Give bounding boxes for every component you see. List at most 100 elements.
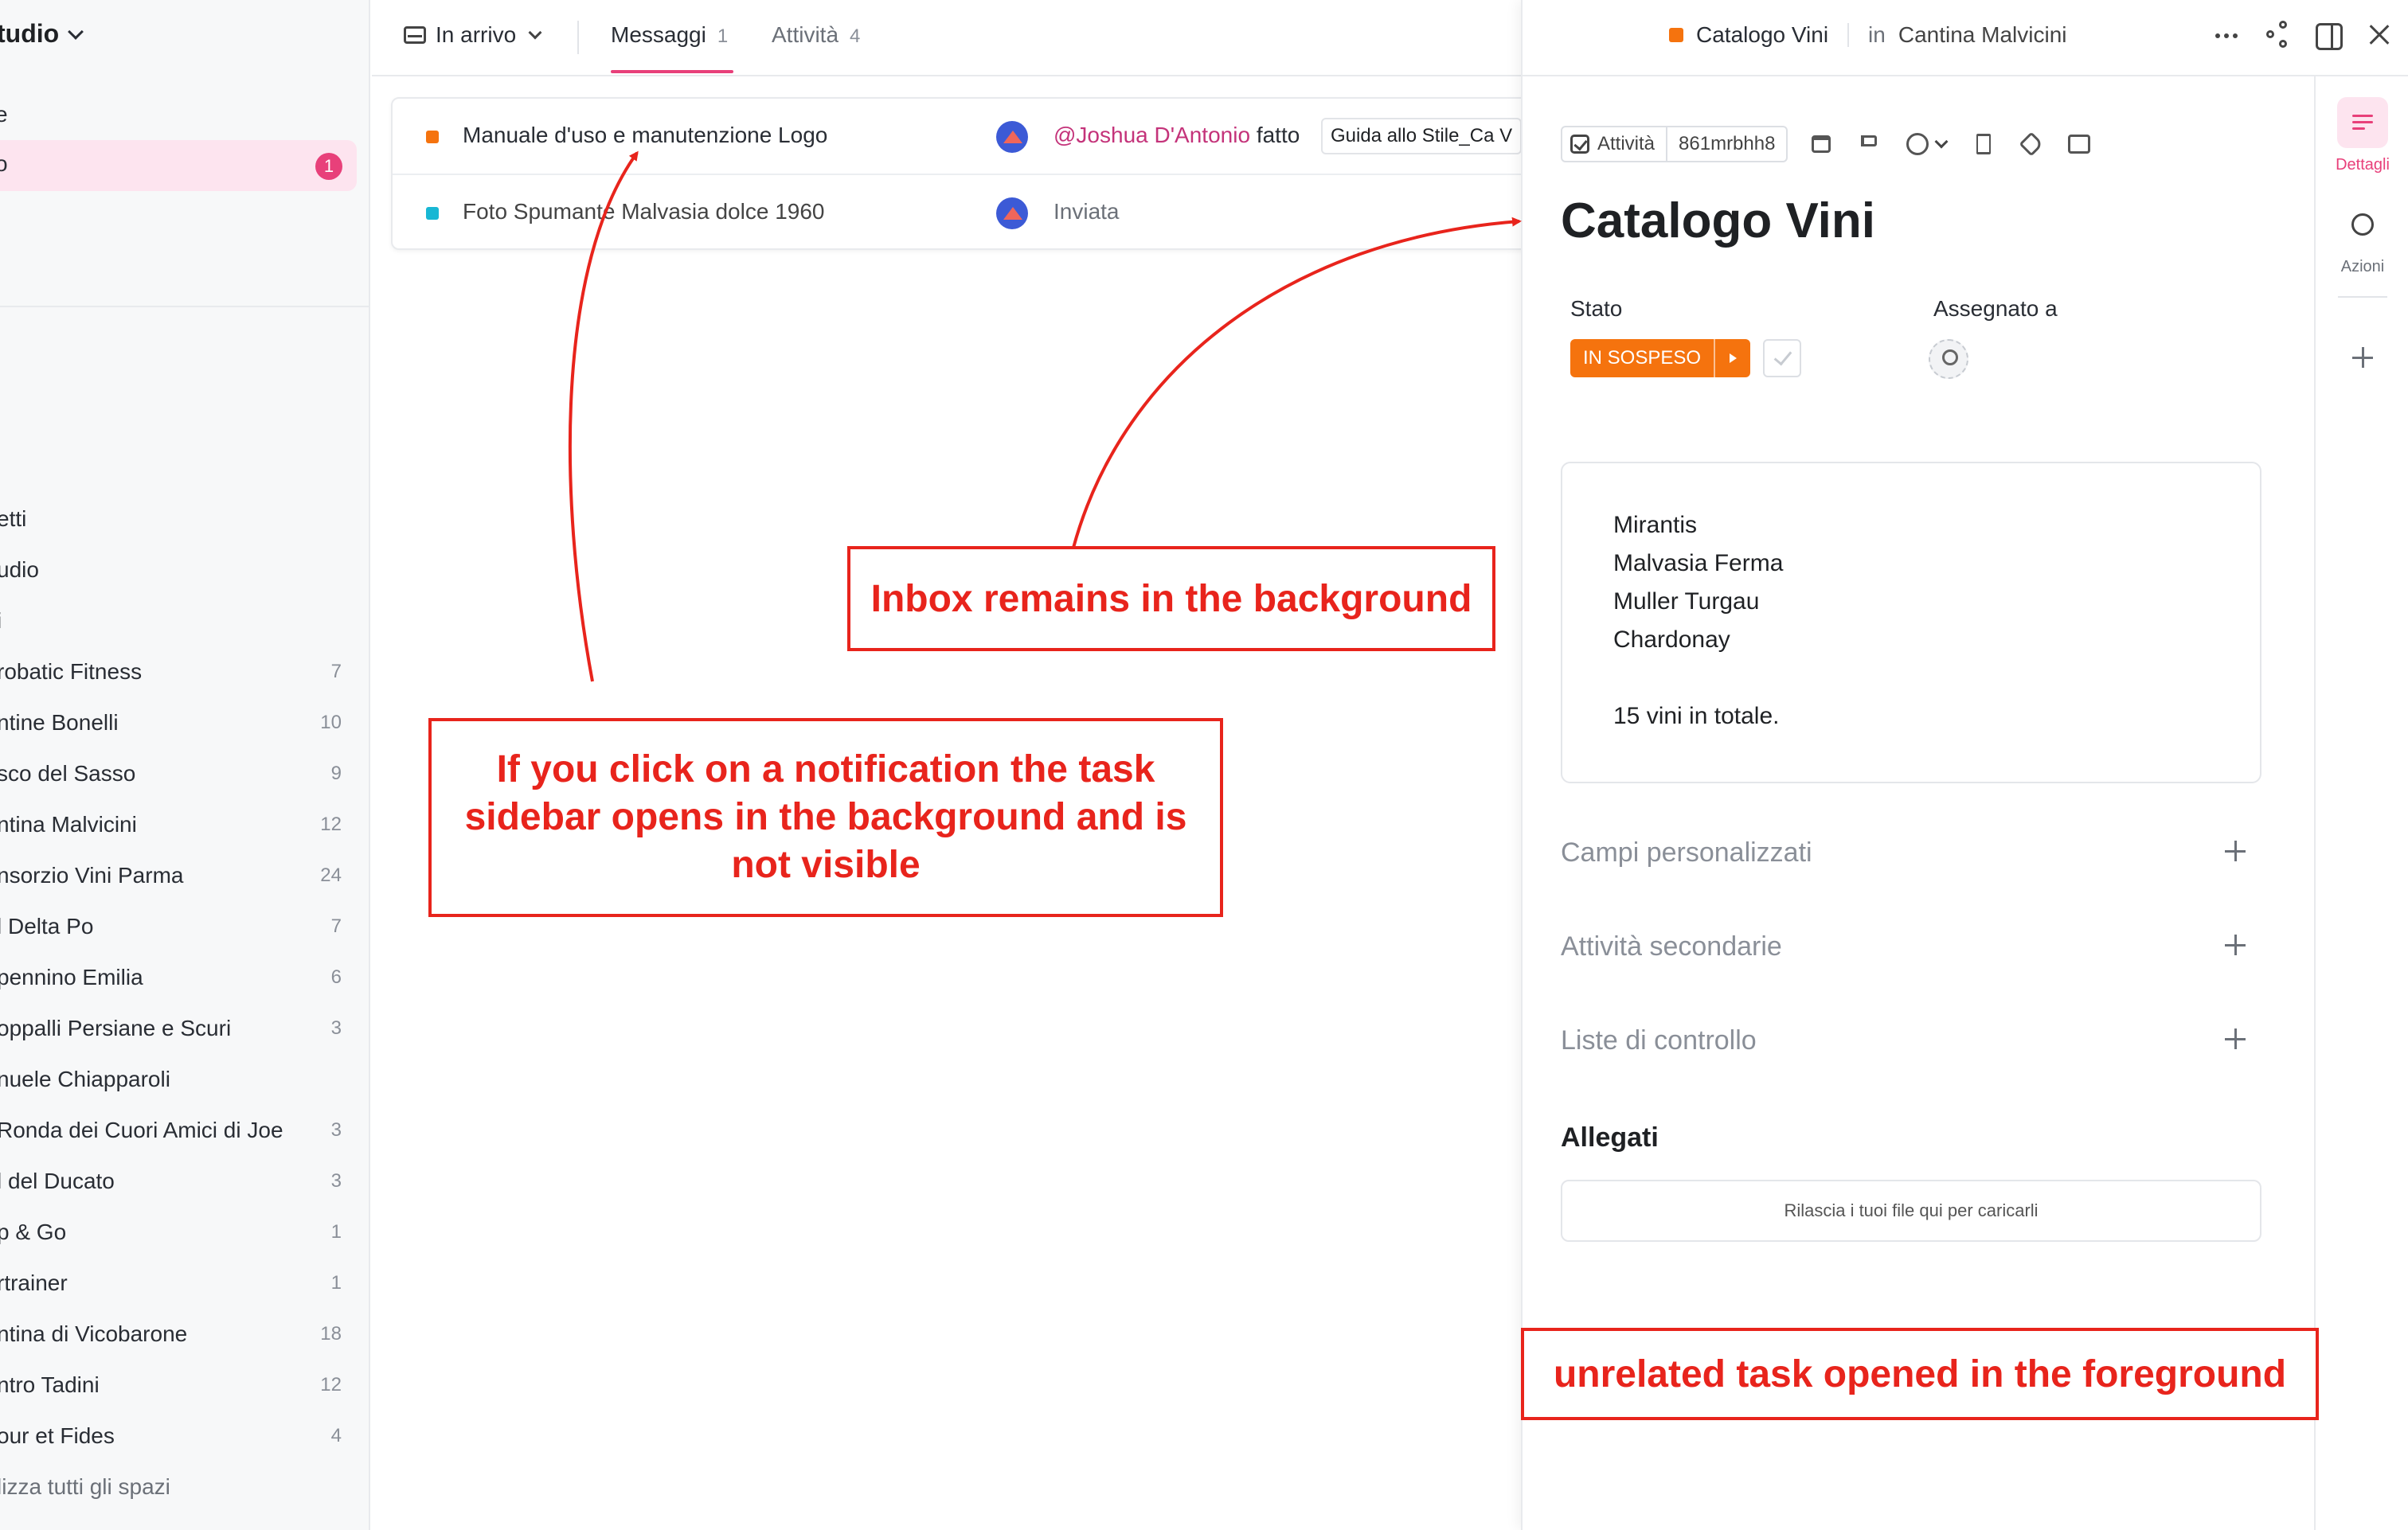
space-item[interactable]: udio — [0, 544, 369, 595]
space-item[interactable]: pennino Emilia 6 — [0, 952, 369, 1003]
attachment-chip[interactable]: Guida allo Stile_Ca V — [1321, 118, 1523, 154]
space-item[interactable]: rtrainer 1 — [0, 1258, 369, 1309]
breadcrumb-divider — [1847, 23, 1850, 47]
task-panel-header: Catalogo Vini in Cantina Malvicini — [1523, 0, 2408, 76]
breadcrumb-task[interactable]: Catalogo Vini — [1696, 22, 1828, 48]
calendar-icon[interactable] — [1807, 130, 1835, 158]
subtasks-section[interactable]: Attività secondarie — [1561, 931, 2261, 962]
tag-icon[interactable] — [2017, 130, 2046, 158]
panel-actions — [2211, 19, 2408, 51]
add-icon[interactable] — [2225, 841, 2246, 861]
tab-activity[interactable]: Attività 4 — [772, 22, 860, 48]
more-options-icon[interactable] — [2211, 19, 2242, 51]
breadcrumb-location[interactable]: Cantina Malvicini — [1898, 22, 2067, 48]
space-item[interactable]: Ronda dei Cuori Amici di Joe 3 — [0, 1105, 369, 1156]
task-type-id-chip[interactable]: Attività 861mrbhh8 — [1561, 126, 1788, 162]
notification-action: fatto — [1256, 123, 1300, 147]
details-icon — [2352, 115, 2373, 131]
status-label: Stato — [1570, 296, 1623, 321]
arrow-to-inbox-edge — [1072, 217, 1522, 548]
breadcrumb: Catalogo Vini in Cantina Malvicini — [1669, 22, 2066, 48]
avatar — [996, 121, 1028, 153]
space-item[interactable]: our et Fides 4 — [0, 1411, 369, 1462]
panel-layout-icon[interactable] — [2316, 22, 2343, 50]
space-item[interactable]: p & Go 1 — [0, 1207, 369, 1258]
share-icon[interactable] — [2263, 19, 2295, 51]
status-dropdown[interactable]: IN SOSPESO — [1570, 339, 1751, 377]
avatar — [996, 197, 1028, 229]
task-side-rail: Dettagli Azioni — [2314, 76, 2408, 1530]
play-circle-icon[interactable] — [1902, 130, 1950, 158]
notification-title: Foto Spumante Malvasia dolce 1960 — [463, 199, 825, 224]
rail-divider — [2338, 296, 2387, 298]
task-meta-toolbar: Attività 861mrbhh8 — [1561, 126, 2093, 162]
sidebar-item-home[interactable]: e — [0, 102, 8, 127]
inbox-filter-dropdown[interactable]: In arrivo — [404, 22, 542, 48]
workspace-switcher[interactable]: tudio — [0, 19, 84, 49]
breadcrumb-in: in — [1868, 22, 1886, 47]
task-title[interactable]: Catalogo Vini — [1561, 193, 1875, 249]
space-item[interactable]: i — [0, 595, 369, 646]
view-all-spaces-link[interactable]: lizza tutti gli spazi — [0, 1462, 369, 1512]
notification-title: Manuale d'uso e manutenzione Logo — [463, 123, 828, 147]
task-description[interactable]: Mirantis Malvasia Ferma Muller Turgau Ch… — [1561, 462, 2261, 783]
space-item[interactable]: ntine Bonelli 10 — [0, 697, 369, 748]
space-item[interactable]: sco del Sasso 9 — [0, 748, 369, 799]
add-assignee-icon[interactable] — [1929, 339, 1968, 379]
sidebar-item-label: o — [0, 151, 8, 177]
inbox-filter-label: In arrivo — [436, 22, 517, 47]
add-icon[interactable] — [2225, 1028, 2246, 1049]
hourglass-icon[interactable] — [1969, 130, 1998, 158]
space-item[interactable]: nsorzio Vini Parma 24 — [0, 850, 369, 901]
next-status-icon[interactable] — [1714, 339, 1751, 377]
sidebar-item-inbox[interactable]: o 1 — [0, 140, 357, 191]
flag-icon[interactable] — [1855, 130, 1883, 158]
description-line: Mirantis — [1613, 512, 1698, 538]
description-line: 15 vini in totale. — [1613, 703, 1780, 729]
description-line: Chardonay — [1613, 626, 1730, 653]
space-item[interactable]: l Delta Po 7 — [0, 901, 369, 952]
annotation-unrelated-task: unrelated task opened in the foreground — [1521, 1328, 2319, 1420]
rail-details-button[interactable]: Dettagli — [2316, 97, 2408, 174]
space-item[interactable]: ntina Malvicini 12 — [0, 799, 369, 850]
header-divider — [577, 21, 579, 54]
space-item[interactable]: ntro Tadini 12 — [0, 1360, 369, 1411]
custom-fields-section[interactable]: Campi personalizzati — [1561, 837, 2261, 868]
checklists-section[interactable]: Liste di controllo — [1561, 1025, 2261, 1056]
attachments-heading: Allegati — [1561, 1122, 1659, 1153]
tab-count: 4 — [850, 25, 861, 47]
task-id: 861mrbhh8 — [1679, 133, 1776, 154]
space-item[interactable]: ntina di Vicobarone 18 — [0, 1309, 369, 1360]
status-value: IN SOSPESO — [1570, 339, 1714, 377]
task-detail-panel: Catalogo Vini in Cantina Malvicini Attiv… — [1521, 0, 2408, 1530]
description-line — [1613, 659, 2209, 697]
space-item[interactable]: oppalli Persiane e Scuri 3 — [0, 1003, 369, 1054]
unread-badge: 1 — [315, 153, 342, 180]
workspace-sidebar: tudio e o 1 etti udio i robatic Fitness7… — [0, 0, 370, 1530]
task-check-icon — [1570, 135, 1589, 154]
comment-icon — [2351, 213, 2374, 236]
notification-list: Manuale d'uso e manutenzione Logo @Joshu… — [391, 97, 1585, 250]
space-item[interactable]: nuele Chiapparoli — [0, 1054, 369, 1105]
file-drop-zone[interactable]: Rilascia i tuoi file qui per caricarli — [1561, 1180, 2261, 1242]
task-status-square — [426, 207, 439, 220]
add-icon[interactable] — [2352, 347, 2373, 368]
description-line: Malvasia Ferma — [1613, 550, 1784, 576]
mark-complete-checkbox[interactable] — [1763, 339, 1801, 377]
add-icon[interactable] — [2225, 935, 2246, 955]
space-item[interactable]: etti — [0, 494, 369, 544]
inbox-header: In arrivo Messaggi 1 Attività 4 — [372, 0, 1521, 76]
notification-row[interactable]: Manuale d'uso e manutenzione Logo @Joshu… — [393, 99, 1584, 175]
close-icon[interactable] — [2363, 19, 2395, 51]
mention[interactable]: @Joshua D'Antonio — [1054, 123, 1250, 147]
image-icon[interactable] — [2065, 130, 2093, 158]
annotation-click-notice: If you click on a notification the task … — [428, 718, 1223, 917]
space-item[interactable]: l del Ducato 3 — [0, 1156, 369, 1207]
tab-messages[interactable]: Messaggi 1 — [611, 22, 728, 48]
space-item[interactable]: robatic Fitness 7 — [0, 646, 369, 697]
assignee-label: Assegnato a — [1933, 296, 2058, 321]
notification-action: Inviata — [1054, 199, 1120, 224]
notification-row[interactable]: Foto Spumante Malvasia dolce 1960 Inviat… — [393, 175, 1584, 248]
inbox-tray-icon — [404, 26, 426, 44]
rail-actions-button[interactable]: Azioni — [2316, 199, 2408, 276]
